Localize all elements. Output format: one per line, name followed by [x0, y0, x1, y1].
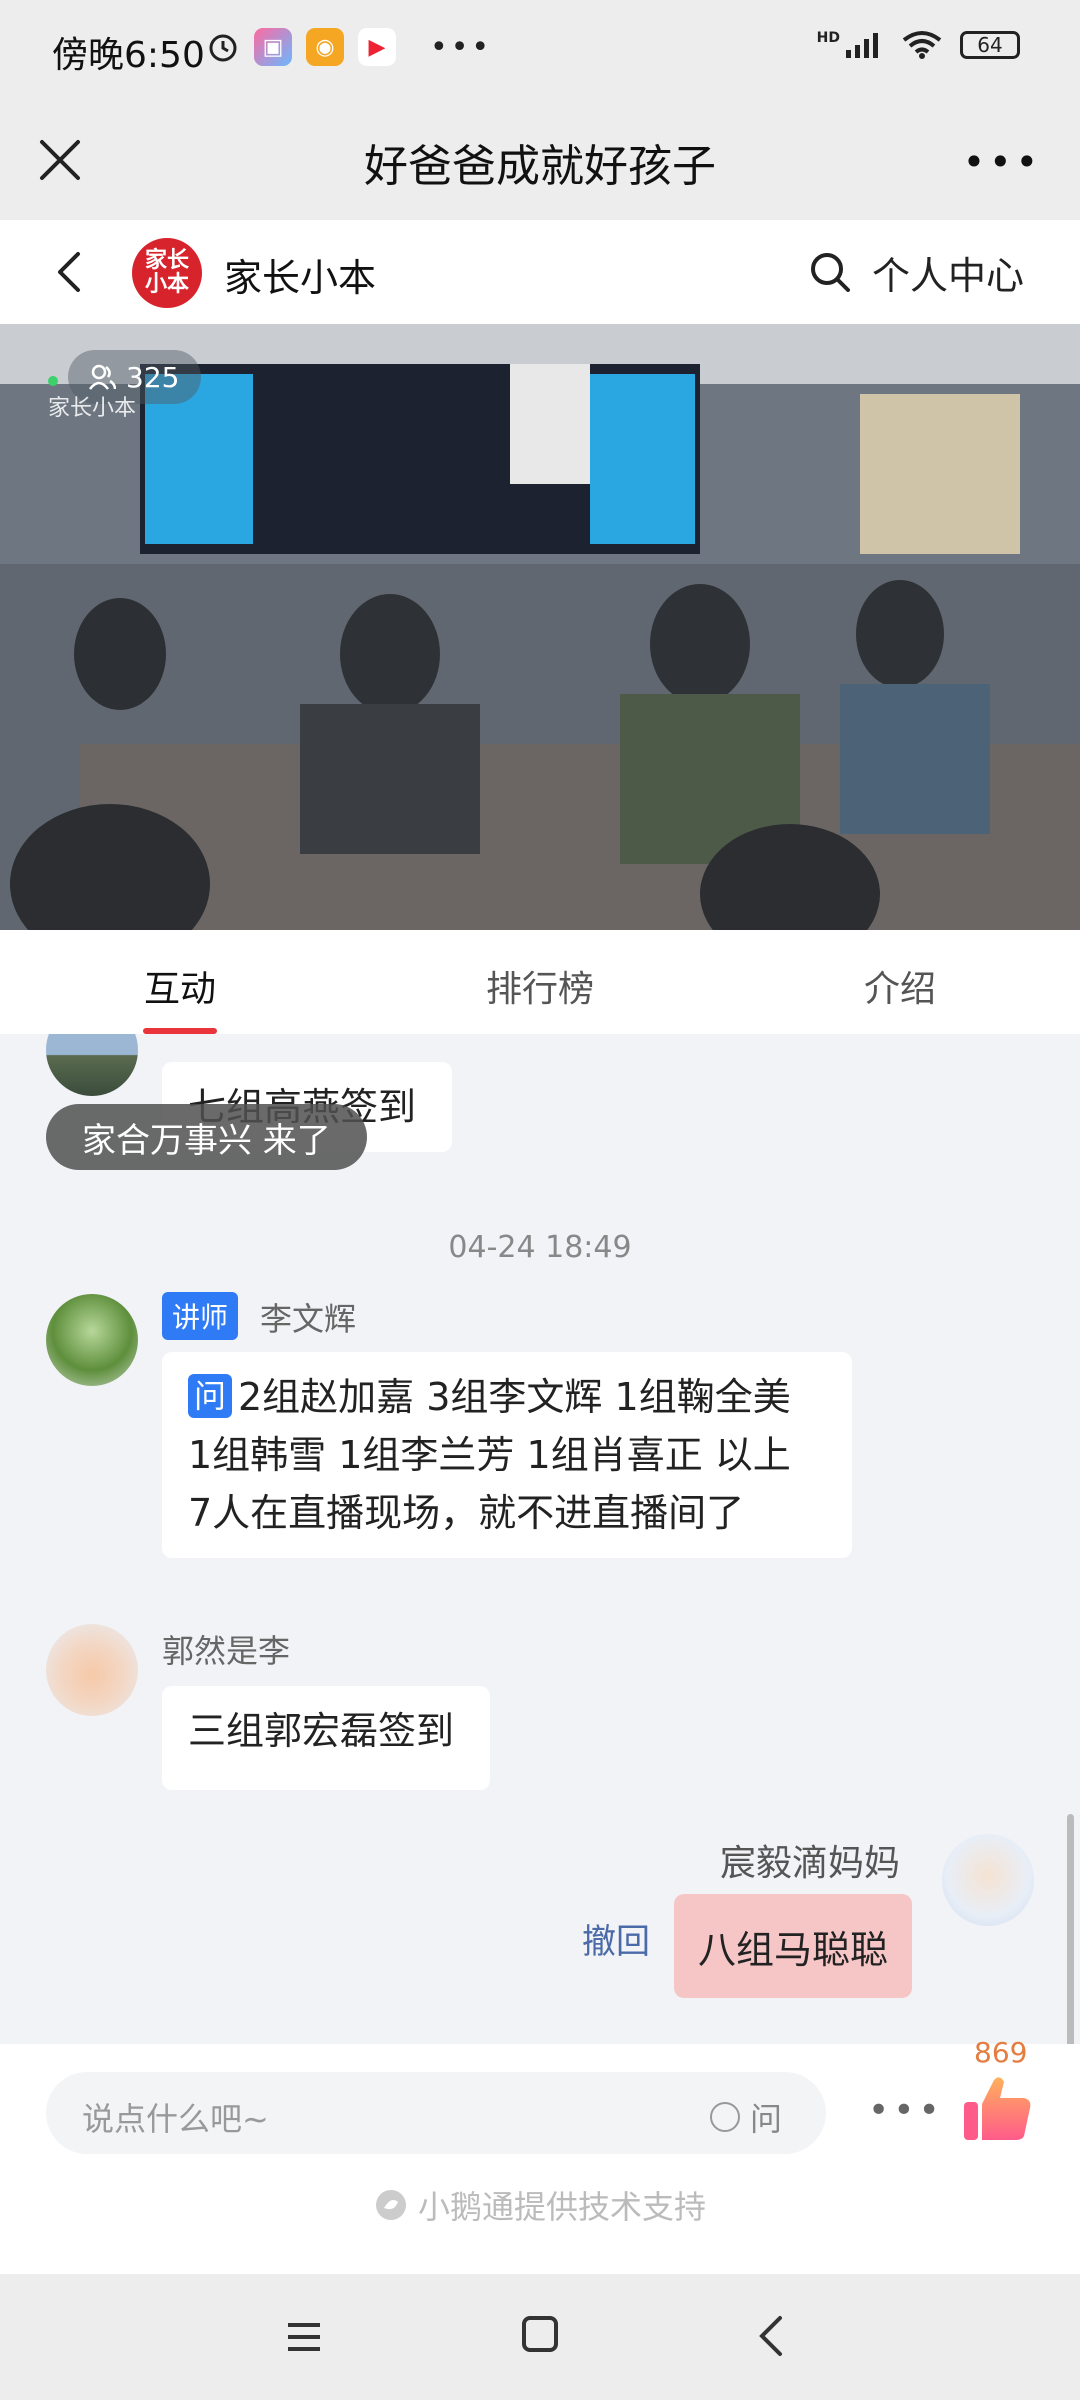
chat-list[interactable]: 七组高燕签到 家合万事兴 来了 04-24 18:49 讲师 李文辉 问2组赵加…	[0, 1034, 1080, 2044]
user-joined-toast: 家合万事兴 来了	[46, 1104, 367, 1170]
recall-button[interactable]: 撤回	[582, 1914, 650, 1963]
home-icon[interactable]	[522, 2316, 558, 2352]
tab-introduction[interactable]: 介绍	[720, 930, 1080, 1034]
wifi-icon	[902, 31, 942, 59]
live-video-player[interactable]	[0, 324, 1080, 930]
notification-icons: ▣ ◉ ▶ •••	[206, 28, 492, 66]
shop-name[interactable]: 家长小本	[224, 247, 376, 302]
system-indicators: HD 64	[817, 30, 1020, 60]
more-actions-icon[interactable]: •••	[868, 2090, 944, 2131]
system-back-icon[interactable]	[756, 2314, 786, 2358]
tech-support-note: 小鹅通提供技术支持	[0, 2182, 1080, 2228]
more-options-icon[interactable]: •••	[963, 140, 1042, 184]
system-nav-bar	[0, 2274, 1080, 2400]
question-toggle[interactable]: 问	[710, 2094, 782, 2140]
title-bar: 好爸爸成就好孩子 •••	[0, 100, 1080, 220]
recent-apps-icon[interactable]	[286, 2322, 322, 2352]
live-video-frame	[0, 324, 1080, 930]
network-label: HD	[816, 30, 840, 46]
comment-input[interactable]: 说点什么吧~ 问	[46, 2072, 826, 2154]
my-message-bubble[interactable]: 八组马聪聪	[674, 1894, 913, 1998]
signal-icon	[846, 33, 878, 58]
thumbs-up-icon[interactable]	[960, 2070, 1036, 2146]
shop-logo[interactable]: 家长小本	[132, 238, 202, 308]
comment-placeholder: 说点什么吧~	[82, 2100, 269, 2138]
tab-ranking[interactable]: 排行榜	[360, 930, 720, 1034]
alarm-icon	[209, 34, 237, 62]
battery-icon: 64	[960, 31, 1020, 59]
like-count: 869	[974, 2036, 1028, 2069]
video-app-icon: ▶	[358, 28, 396, 66]
gallery-app-icon: ▣	[254, 28, 292, 66]
input-bar: 说点什么吧~ 问 ••• 869 小鹅通提供技术支持	[0, 2036, 1080, 2274]
message-timestamp: 04-24 18:49	[448, 1230, 632, 1265]
more-notifications-icon: •••	[430, 29, 493, 65]
viewers-icon	[89, 364, 116, 390]
teacher-badge: 讲师	[162, 1292, 239, 1340]
sender-name: 郭然是李	[162, 1632, 291, 1670]
personal-center-link[interactable]: 个人中心	[872, 245, 1024, 300]
status-time: 傍晚6:50	[52, 35, 205, 76]
avatar[interactable]	[46, 1294, 138, 1386]
avatar[interactable]	[46, 1624, 138, 1716]
message-text: 2组赵加嘉 3组李文辉 1组鞠全美 1组韩雪 1组李兰芳 1组肖喜正 以上 7人…	[188, 1375, 791, 1535]
tab-interaction[interactable]: 互动	[0, 930, 360, 1034]
page-title: 好爸爸成就好孩子	[364, 141, 716, 192]
chat-scrollbar[interactable]	[1067, 1814, 1074, 2044]
video-watermark: 家长小本	[48, 396, 137, 421]
live-indicator	[48, 376, 58, 386]
search-icon[interactable]	[808, 250, 852, 294]
my-name: 宸毅滴妈妈	[720, 1843, 901, 1884]
shop-nav-bar: 家长小本 家长小本 个人中心	[0, 220, 1080, 324]
back-icon[interactable]	[50, 250, 90, 294]
viewer-count: 325	[126, 360, 180, 394]
avatar[interactable]	[46, 1034, 138, 1096]
question-tag: 问	[188, 1374, 232, 1418]
status-bar: 傍晚6:50 ▣ ◉ ▶ ••• HD 64	[0, 0, 1080, 100]
chat-message-bubble[interactable]: 三组郭宏磊签到	[162, 1686, 490, 1790]
chat-message-bubble[interactable]: 问 2组赵加嘉 3组李文辉 1组鞠全美 1组韩雪 1组李兰芳 1组肖喜正 以上 7…	[162, 1352, 852, 1558]
weibo-app-icon: ◉	[306, 28, 344, 66]
question-radio-icon[interactable]	[710, 2102, 740, 2132]
xiaoe-logo-icon	[375, 2190, 406, 2220]
tab-bar: 互动 排行榜 介绍	[0, 930, 1080, 1034]
my-avatar[interactable]	[942, 1834, 1034, 1926]
sender-name: 李文辉	[260, 1300, 357, 1338]
